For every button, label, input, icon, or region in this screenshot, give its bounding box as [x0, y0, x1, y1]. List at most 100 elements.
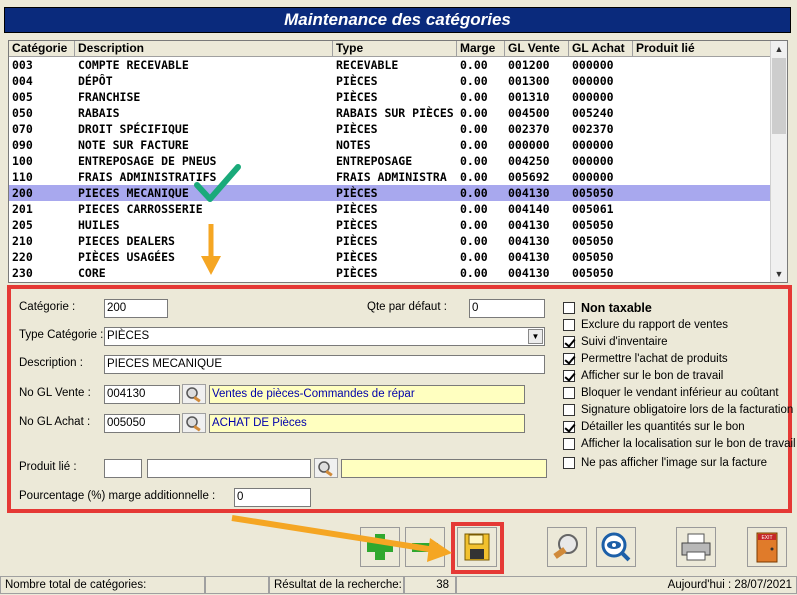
table-row[interactable]: 201 PIECES CARROSSERIE PIÈCES 0.00 004140 005…: [9, 201, 787, 217]
cell-glv: 004140: [508, 202, 550, 216]
search-button[interactable]: [547, 527, 587, 567]
scroll-down-icon[interactable]: ▼: [771, 266, 787, 282]
categories-grid[interactable]: Catégorie Description Type Marge GL Vent…: [8, 40, 788, 283]
print-button[interactable]: [676, 527, 716, 567]
checkbox-box[interactable]: [563, 404, 575, 416]
qte-input[interactable]: 0: [469, 299, 545, 318]
col-header-type[interactable]: Type: [333, 41, 457, 56]
option-checkbox-2[interactable]: Suivi d'inventaire: [563, 336, 668, 348]
cell-cat: 004: [12, 74, 33, 88]
option-checkbox-4[interactable]: Afficher sur le bon de travail: [563, 370, 723, 382]
cell-marge: 0.00: [460, 202, 488, 216]
cell-prod: [633, 73, 772, 89]
window-title-bar: Maintenance des catégories: [4, 7, 791, 33]
checkbox-box[interactable]: [563, 421, 575, 433]
add-button[interactable]: [360, 527, 400, 567]
produit-label: Produit lié :: [19, 461, 77, 473]
produit-lookup-button[interactable]: [314, 458, 338, 478]
cell-gla: 000000: [572, 90, 614, 104]
produit-code-input[interactable]: [104, 459, 142, 478]
grid-scrollbar[interactable]: ▲ ▼: [770, 41, 787, 282]
cell-gla: 005050: [572, 266, 614, 280]
cell-cat: 201: [12, 202, 33, 216]
pourcentage-label: Pourcentage (%) marge additionnelle :: [19, 490, 216, 502]
checkbox-box[interactable]: [563, 457, 575, 469]
cell-desc: NOTE SUR FACTURE: [78, 138, 189, 152]
cell-cat: 003: [12, 58, 33, 72]
magnifier-icon: [553, 534, 578, 559]
cell-type: NOTES: [336, 138, 371, 152]
option-label: Signature obligatoire lors de la factura…: [581, 404, 794, 416]
cell-gla: 000000: [572, 170, 614, 184]
cell-cat: 100: [12, 154, 33, 168]
remove-button[interactable]: [405, 527, 445, 567]
produit-name-input[interactable]: [147, 459, 311, 478]
checkbox-box[interactable]: [563, 387, 575, 399]
table-row[interactable]: 230 CORE PIÈCES 0.00 004130 005050: [9, 265, 787, 281]
table-row[interactable]: 220 PIÈCES USAGÉES PIÈCES 0.00 004130 005050: [9, 249, 787, 265]
table-row[interactable]: 004 DÉPÔT PIÈCES 0.00 001300 000000: [9, 73, 787, 89]
table-row[interactable]: 200 PIECES MECANIQUE PIÈCES 0.00 004130 00505…: [9, 185, 787, 201]
chevron-down-icon[interactable]: ▼: [528, 329, 543, 344]
exit-door-icon: EXIT: [756, 532, 778, 563]
checkbox-box[interactable]: [563, 353, 575, 365]
option-checkbox-9[interactable]: Ne pas afficher l'image sur la facture: [563, 457, 767, 469]
option-label: Non taxable: [581, 301, 652, 315]
table-row[interactable]: 070 DROIT SPÉCIFIQUE PIÈCES 0.00 002370 00237…: [9, 121, 787, 137]
option-checkbox-1[interactable]: Exclure du rapport de ventes: [563, 319, 728, 331]
exit-button[interactable]: EXIT: [747, 527, 787, 567]
gl-achat-description: ACHAT DE Pièces: [209, 414, 525, 433]
option-checkbox-8[interactable]: Afficher la localisation sur le bon de t…: [563, 438, 796, 450]
gl-vente-input[interactable]: 004130: [104, 385, 180, 404]
option-checkbox-0[interactable]: Non taxable: [563, 301, 652, 315]
scroll-thumb[interactable]: [772, 58, 786, 134]
cell-prod: [633, 137, 772, 153]
view-button[interactable]: [596, 527, 636, 567]
checkbox-box[interactable]: [563, 370, 575, 382]
pourcentage-input[interactable]: 0: [234, 488, 311, 507]
table-row[interactable]: 090 NOTE SUR FACTURE NOTES 0.00 000000 000000: [9, 137, 787, 153]
table-row[interactable]: 210 PIECES DEALERS PIÈCES 0.00 004130 005050: [9, 233, 787, 249]
table-row[interactable]: 110 FRAIS ADMINISTRATIFS FRAIS ADMINISTRA 0…: [9, 169, 787, 185]
table-row[interactable]: 050 RABAIS RABAIS SUR PIÈCES 0.00 004500 0052…: [9, 105, 787, 121]
cell-type: PIÈCES: [336, 250, 378, 264]
option-checkbox-6[interactable]: Signature obligatoire lors de la factura…: [563, 404, 793, 416]
col-header-categorie[interactable]: Catégorie: [9, 41, 75, 56]
col-header-produit-lie[interactable]: Produit lié: [633, 41, 772, 56]
checkbox-box[interactable]: [563, 336, 575, 348]
option-checkbox-5[interactable]: Bloquer le vendant inférieur au coûtant: [563, 387, 779, 399]
option-label: Permettre l'achat de produits: [581, 353, 728, 365]
option-checkbox-7[interactable]: Détailler les quantités sur le bon: [563, 421, 745, 433]
table-row[interactable]: 100 ENTREPOSAGE DE PNEUS ENTREPOSAGE 0.00 00…: [9, 153, 787, 169]
checkbox-box[interactable]: [563, 319, 575, 331]
col-header-gl-vente[interactable]: GL Vente: [505, 41, 569, 56]
categorie-input[interactable]: 200: [104, 299, 168, 318]
plus-icon: [367, 534, 393, 560]
checkbox-box[interactable]: [563, 302, 575, 314]
table-row[interactable]: 003 COMPTE RECEVABLE RECEVABLE 0.00 001200 00…: [9, 57, 787, 73]
description-input[interactable]: PIECES MECANIQUE: [104, 355, 545, 374]
cell-marge: 0.00: [460, 170, 488, 184]
cell-prod: [633, 121, 772, 137]
table-row[interactable]: 005 FRANCHISE PIÈCES 0.00 001310 000000: [9, 89, 787, 105]
cell-gla: 000000: [572, 154, 614, 168]
col-header-gl-achat[interactable]: GL Achat: [569, 41, 633, 56]
checkbox-box[interactable]: [563, 438, 575, 450]
cell-type: FRAIS ADMINISTRA: [336, 170, 447, 184]
option-checkbox-3[interactable]: Permettre l'achat de produits: [563, 353, 728, 365]
type-select[interactable]: PIÈCES ▼: [104, 327, 545, 346]
table-row[interactable]: 205 HUILES PIÈCES 0.00 004130 005050: [9, 217, 787, 233]
cell-cat: 050: [12, 106, 33, 120]
gl-achat-input[interactable]: 005050: [104, 414, 180, 433]
gl-achat-lookup-button[interactable]: [182, 413, 206, 433]
col-header-description[interactable]: Description: [75, 41, 333, 56]
type-label: Type Catégorie :: [19, 329, 104, 341]
cell-gla: 005050: [572, 218, 614, 232]
scroll-up-icon[interactable]: ▲: [771, 41, 787, 57]
option-label: Bloquer le vendant inférieur au coûtant: [581, 387, 779, 399]
col-header-marge[interactable]: Marge: [457, 41, 505, 56]
gl-vente-lookup-button[interactable]: [182, 384, 206, 404]
cell-desc: FRAIS ADMINISTRATIFS: [78, 170, 217, 184]
gl-vente-description: Ventes de pièces-Commandes de répar: [209, 385, 525, 404]
cell-type: PIÈCES: [336, 266, 378, 280]
